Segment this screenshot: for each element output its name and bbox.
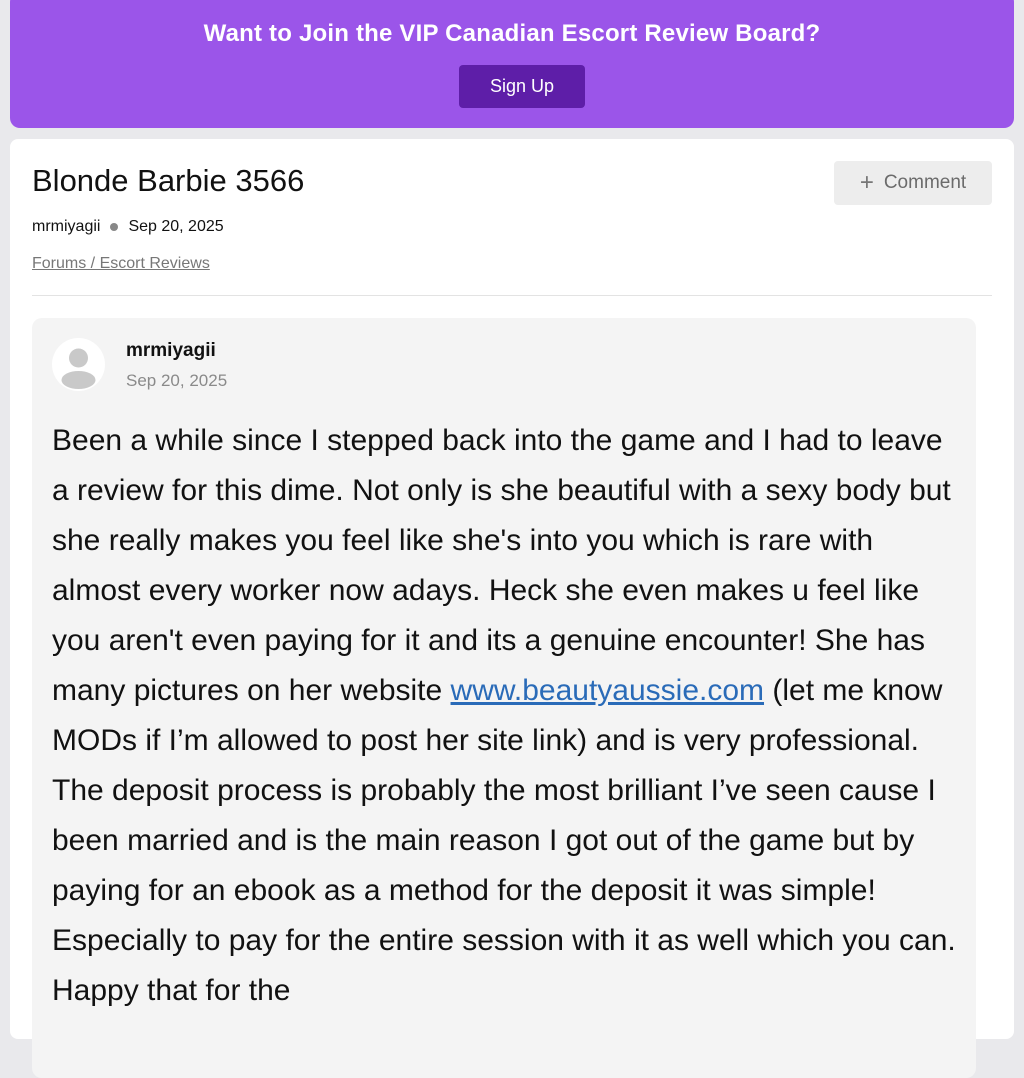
sign-up-button[interactable]: Sign Up [459, 65, 585, 108]
website-link[interactable]: www.beautyaussie.com [451, 674, 764, 707]
comment-label: Comment [883, 172, 967, 193]
signup-banner: Want to Join the VIP Canadian Escort Rev… [10, 0, 1014, 128]
post-text-after-link: (let me know MODs if I’m allowed to post… [52, 674, 956, 1007]
plus-icon: + [859, 169, 874, 196]
dot-icon [110, 223, 119, 231]
post-body: Been a while since I stepped back into t… [52, 416, 964, 1016]
divider [32, 295, 992, 296]
thread-author[interactable]: mrmiyagii [32, 218, 100, 236]
comment-button[interactable]: + Comment [834, 161, 992, 205]
thread-meta: mrmiyagii Sep 20, 2025 [32, 218, 224, 236]
thread-card: Blonde Barbie 3566 + Comment mrmiyagii S… [10, 139, 1014, 1078]
post-date: Sep 20, 2025 [126, 371, 228, 390]
post: mrmiyagii Sep 20, 2025 Been a while sinc… [32, 318, 976, 1078]
breadcrumb[interactable]: Forums / Escort Reviews [32, 255, 210, 273]
post-author[interactable]: mrmiyagii [126, 340, 216, 362]
banner-title: Want to Join the VIP Canadian Escort Rev… [203, 20, 821, 47]
thread-title: Blonde Barbie 3566 [32, 163, 305, 198]
thread-date: Sep 20, 2025 [128, 218, 224, 235]
post-text-before-link: Been a while since I stepped back into t… [52, 424, 951, 707]
user-avatar-icon[interactable] [52, 338, 105, 391]
